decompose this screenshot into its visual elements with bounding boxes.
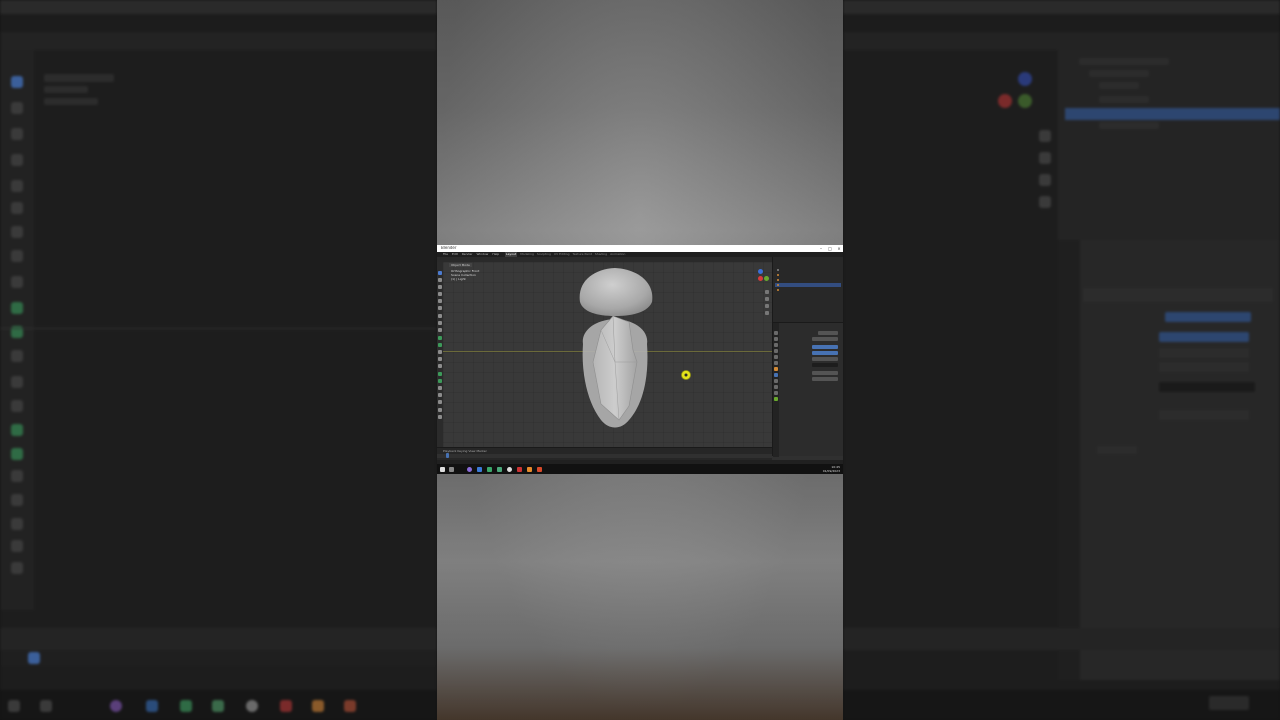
- properties-panel: [772, 322, 843, 457]
- bisect-row[interactable]: [782, 351, 840, 355]
- gizmo-y-icon[interactable]: [764, 276, 769, 281]
- taskbar: 10:45 01/09/2023: [437, 464, 843, 474]
- add-cube-tool-icon[interactable]: [438, 328, 442, 332]
- rip-tool-icon[interactable]: [438, 415, 442, 419]
- mirror-object-row[interactable]: [782, 363, 840, 367]
- app-icon[interactable]: [477, 467, 482, 472]
- particles-tab-icon[interactable]: [774, 379, 778, 383]
- modifier-tab-icon[interactable]: [774, 373, 778, 377]
- outliner-collection[interactable]: [775, 268, 841, 272]
- flip-row[interactable]: [782, 357, 840, 361]
- world-tab-icon[interactable]: [774, 361, 778, 365]
- blender-icon[interactable]: [527, 467, 532, 472]
- outliner-item[interactable]: [775, 273, 841, 277]
- select-box-tool-icon[interactable]: [438, 271, 442, 275]
- constraints-tab-icon[interactable]: [774, 391, 778, 395]
- timeline: Playback Keying View Marker: [437, 447, 772, 460]
- app-icon[interactable]: [487, 467, 492, 472]
- properties-tabs: [773, 323, 779, 457]
- axis-row[interactable]: [782, 345, 840, 349]
- merge-row[interactable]: [782, 377, 840, 381]
- gizmo-x-icon[interactable]: [758, 276, 763, 281]
- blender-window: Blender – □ × File Edit Render Window He…: [437, 245, 843, 474]
- cursor-tool-icon[interactable]: [438, 278, 442, 282]
- window-title: Blender: [441, 245, 457, 250]
- smooth-tool-icon[interactable]: [438, 386, 442, 390]
- physics-tab-icon[interactable]: [774, 385, 778, 389]
- extrude-tool-icon[interactable]: [438, 336, 442, 340]
- blurred-background-right: [843, 0, 1280, 720]
- transform-tool-icon[interactable]: [438, 306, 442, 310]
- windows-start-icon[interactable]: [440, 467, 445, 472]
- data-section[interactable]: [782, 385, 840, 389]
- app-icon[interactable]: [497, 467, 502, 472]
- view-layer-tab-icon[interactable]: [774, 349, 778, 353]
- browser-icon[interactable]: [507, 467, 512, 472]
- pan-icon[interactable]: [765, 297, 769, 301]
- annotate-tool-icon[interactable]: [438, 314, 442, 318]
- app-icon[interactable]: [537, 467, 542, 472]
- outliner-item[interactable]: [775, 278, 841, 282]
- app-icon[interactable]: [517, 467, 522, 472]
- shear-tool-icon[interactable]: [438, 408, 442, 412]
- timeline-menus[interactable]: Playback Keying View Marker: [443, 449, 487, 453]
- loop-cut-tool-icon[interactable]: [438, 357, 442, 361]
- outliner-scene-collection[interactable]: [775, 263, 841, 267]
- scale-tool-icon[interactable]: [438, 299, 442, 303]
- tool-tab-icon[interactable]: [774, 331, 778, 335]
- camera-view-icon[interactable]: [765, 304, 769, 308]
- spin-tool-icon[interactable]: [438, 379, 442, 383]
- timeline-ruler[interactable]: [437, 454, 772, 458]
- edge-slide-tool-icon[interactable]: [438, 393, 442, 397]
- object-tab-icon[interactable]: [774, 367, 778, 371]
- outliner-panel: [772, 257, 843, 322]
- measure-tool-icon[interactable]: [438, 321, 442, 325]
- modifier-header[interactable]: [782, 331, 840, 335]
- move-tool-icon[interactable]: [438, 285, 442, 289]
- 3d-viewport[interactable]: Object Mode Orthographic Front Scene Col…: [443, 262, 772, 447]
- playhead[interactable]: [446, 453, 449, 458]
- character-model[interactable]: [443, 262, 772, 447]
- output-tab-icon[interactable]: [774, 343, 778, 347]
- scene-tab-icon[interactable]: [774, 355, 778, 359]
- data-tab-icon[interactable]: [774, 397, 778, 401]
- poly-build-tool-icon[interactable]: [438, 372, 442, 376]
- shrink-tool-icon[interactable]: [438, 400, 442, 404]
- clock: 10:45 01/09/2023: [823, 465, 840, 473]
- bevel-tool-icon[interactable]: [438, 350, 442, 354]
- knife-tool-icon[interactable]: [438, 364, 442, 368]
- clipping-row[interactable]: [782, 371, 840, 375]
- clock-date: 01/09/2023: [822, 469, 840, 473]
- app-icon[interactable]: [467, 467, 472, 472]
- rotate-tool-icon[interactable]: [438, 292, 442, 296]
- outliner-item-selected[interactable]: [775, 283, 841, 287]
- search-icon[interactable]: [449, 467, 454, 472]
- head-mesh: [579, 268, 653, 316]
- zoom-icon[interactable]: [765, 290, 769, 294]
- inset-tool-icon[interactable]: [438, 343, 442, 347]
- perspective-toggle-icon[interactable]: [765, 311, 769, 315]
- outliner-item[interactable]: [775, 288, 841, 292]
- blurred-background-left: [0, 0, 437, 720]
- gizmo-z-icon[interactable]: [758, 269, 763, 274]
- video-frame: Blender – □ × File Edit Render Window He…: [0, 0, 1280, 720]
- modifier-name-row[interactable]: [782, 337, 840, 341]
- render-tab-icon[interactable]: [774, 337, 778, 341]
